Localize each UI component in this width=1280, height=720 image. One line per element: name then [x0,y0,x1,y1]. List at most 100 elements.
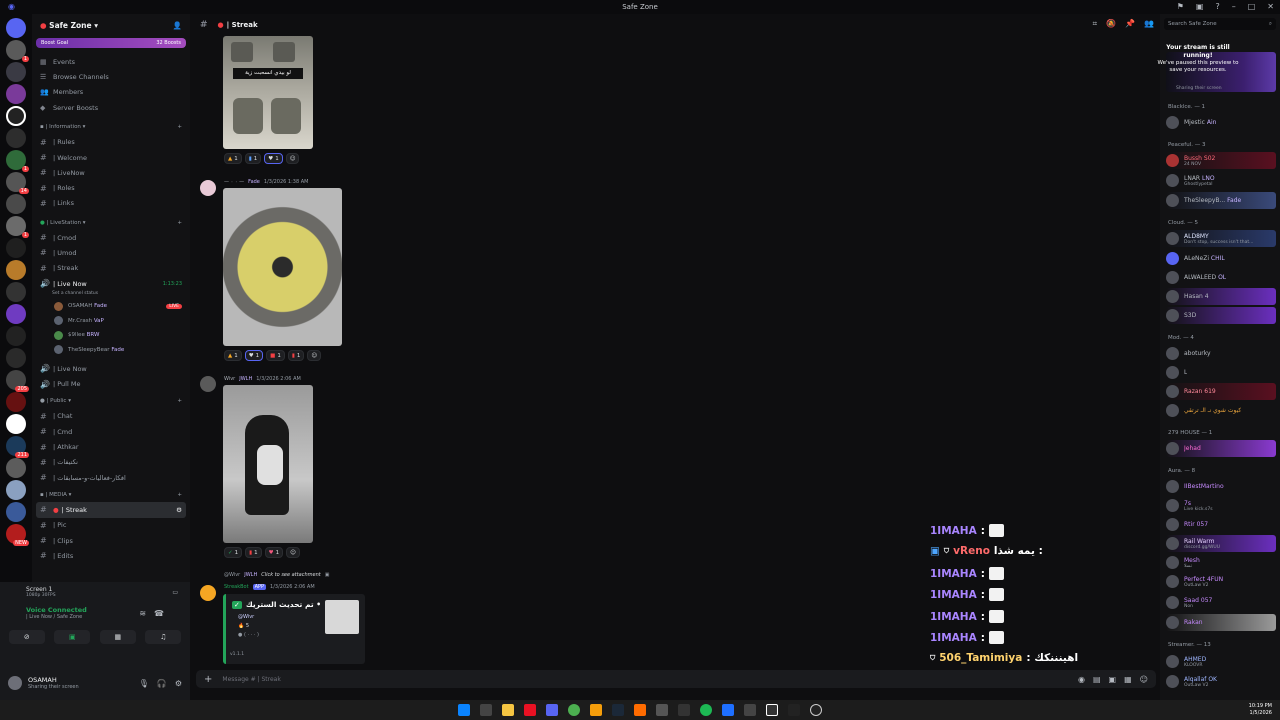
reaction[interactable]: ▲ 1 [224,153,242,164]
reaction[interactable]: ■ 1 [266,350,285,361]
boost-goal-bar[interactable]: Boost Goal 32 Boosts [36,38,186,48]
server-icon[interactable] [6,194,26,214]
server-icon[interactable]: 1 [6,40,29,62]
search-input[interactable]: Search Safe Zone ⌕ [1164,18,1276,30]
start-icon[interactable] [458,704,470,716]
screen-share-button[interactable]: ▣ [54,630,91,644]
nav-server-boosts[interactable]: ◆ Server Boosts [32,100,190,115]
category-media[interactable]: ▪ | MEDIA ▾ + [32,487,190,502]
nav-members[interactable]: 👥 Members [32,85,190,100]
invite-icon[interactable]: 👤 [173,21,182,30]
reaction[interactable]: ♥ 1 [264,153,283,164]
channel-edits[interactable]: # | Edits [32,548,190,563]
file-explorer-icon[interactable] [502,704,514,716]
avatar[interactable] [200,180,216,196]
channel-welcome[interactable]: # | Welcome [32,150,190,165]
search-taskbar-icon[interactable] [480,704,492,716]
app-icon[interactable] [678,704,690,716]
reaction[interactable]: ▮ 1 [287,350,305,361]
message-composer[interactable]: + Message # | Streak ◉ ▤ ▣ ▦ ☺ [196,670,1156,688]
member-item[interactable]: S3D [1166,307,1276,324]
add-channel-icon[interactable]: + [177,492,182,498]
voice-channel-pull-me[interactable]: 🔊 | Pull Me [32,377,190,392]
reaction[interactable]: ▮ 1 [244,153,262,164]
member-item[interactable]: Jehad [1166,440,1276,457]
reaction[interactable]: ▮ 1 [245,547,262,558]
app-icon[interactable] [788,704,800,716]
server-icon[interactable]: 1 [6,150,29,172]
member-item[interactable]: ALeNeZi CHIL [1166,250,1276,267]
channel-streak-live[interactable]: # | Streak [32,261,190,276]
server-icon[interactable]: NEW [6,524,29,546]
member-item[interactable]: Hasan 4 [1166,288,1276,305]
server-icon[interactable] [6,480,26,500]
guild-header[interactable]: ● Safe Zone ▾ 👤 [32,14,190,36]
server-icon[interactable] [6,62,26,82]
server-icon[interactable] [6,458,26,478]
server-icon[interactable] [6,282,26,302]
embed-mention[interactable]: @Wivr [238,614,254,620]
member-item[interactable]: Bussh S02 24 NOV [1166,152,1276,169]
member-item[interactable]: AHMED KLOOVR [1166,653,1276,670]
server-icon[interactable]: 205 [6,370,29,392]
mic-icon[interactable]: 🎙 [139,679,149,688]
member-item[interactable]: Saad 057 Non [1166,594,1276,611]
member-item[interactable]: Alqallaf OK OutLaw V2 [1166,673,1276,690]
screen-icon[interactable]: ▣ [1196,2,1204,11]
channel-cmod[interactable]: # | Cmod [32,230,190,245]
pin-icon[interactable]: 📌 [1125,19,1135,29]
popout-icon[interactable]: ▭ [172,589,178,596]
soundboard-button[interactable]: ♫ [145,630,182,644]
spotify-icon[interactable] [700,704,712,716]
channel-cmd[interactable]: # | Cmd [32,424,190,439]
server-icon[interactable] [6,84,26,104]
member-item[interactable]: L [1166,364,1276,381]
settings-icon[interactable]: ⚙ [175,679,182,688]
channel-rules[interactable]: # | Rules [32,135,190,150]
voice-user[interactable]: TheSleepyBear Fade [32,343,190,358]
member-item[interactable]: ALD8MY Don't stop, success isn't that... [1166,230,1276,247]
noise-suppression-icon[interactable]: ≋ [139,609,146,618]
member-item[interactable]: ALWALEED OL [1166,269,1276,286]
app-icon[interactable] [634,704,646,716]
message-image[interactable] [223,188,342,346]
nav-browse-channels[interactable]: ☰ Browse Channels [32,69,190,84]
reaction[interactable]: ▲ 1 [224,350,242,361]
app-icon[interactable] [524,704,536,716]
mute-icon[interactable]: 🔕 [1106,19,1116,29]
member-item[interactable]: Perfect 4FUN OutLaw V2 [1166,573,1276,590]
channel-livenow[interactable]: # | LiveNow [32,165,190,180]
message-image[interactable]: لو بيدي انسحبت زية [223,36,313,149]
add-reaction-button[interactable]: ☺ [285,153,300,164]
app-icon[interactable] [656,704,668,716]
member-item[interactable]: IIBestMartino [1166,478,1276,495]
composer-placeholder[interactable]: Message # | Streak [222,676,280,683]
avatar[interactable] [200,376,216,392]
emoji-picker-icon[interactable]: ☺ [1140,675,1148,684]
voice-path[interactable]: | Live Now / Safe Zone [26,614,87,620]
channel-clips[interactable]: # | Clips [32,533,190,548]
add-channel-icon[interactable]: + [177,220,182,226]
reply-preview[interactable]: @Wivr JWLH Click to see attachment ▣ [224,572,329,578]
sticker-icon[interactable]: ▣ [1109,675,1117,684]
server-icon[interactable] [6,128,26,148]
category-information[interactable]: ▪ | Information ▾ + [32,120,190,135]
close-button[interactable]: ✕ [1267,2,1274,11]
channel-chat[interactable]: # | Chat [32,409,190,424]
channel-athkar[interactable]: # | Athkar [32,439,190,454]
server-icon[interactable] [6,326,26,346]
app-icon[interactable] [590,704,602,716]
bot-name[interactable]: StreakBot [224,584,249,590]
channel-notifications[interactable]: # | نكتيفات [32,455,190,470]
maximize-button[interactable]: □ [1248,2,1256,11]
member-item[interactable]: Rail Warm discord.gg/WUU [1166,535,1276,552]
system-tray[interactable]: 10:19 PM 1/5/2026 [1249,703,1272,717]
chrome-icon[interactable] [568,704,580,716]
app-icon[interactable] [810,704,822,716]
username[interactable]: — ٠ ٠ — [224,179,244,185]
channel-ideas[interactable]: # | افكار-فعاليات-و-مسابقات [32,470,190,485]
help-icon[interactable]: ? [1215,2,1219,11]
member-item[interactable]: Razan 619 [1166,383,1276,400]
channel-status[interactable]: Set a channel status [32,291,190,299]
reaction[interactable]: ♥ 1 [244,350,264,361]
